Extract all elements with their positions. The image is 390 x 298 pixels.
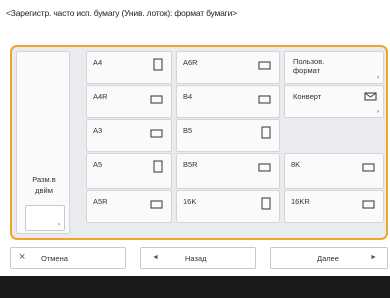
- size-b4-button[interactable]: B4: [176, 85, 280, 118]
- size-a4-button[interactable]: A4: [86, 51, 172, 84]
- size-a4r-button[interactable]: A4R: [86, 85, 172, 118]
- size-a5-label: A5: [93, 160, 103, 169]
- footer-bar: [0, 276, 390, 298]
- portrait-paper-icon: [261, 197, 271, 210]
- size-a5-button[interactable]: A5: [86, 153, 172, 189]
- size-16kr-label: 16KR: [291, 197, 310, 206]
- envelope-button[interactable]: Конверт ›: [284, 85, 384, 118]
- size-a4r-label: A4R: [93, 92, 108, 101]
- landscape-paper-icon: [150, 200, 163, 209]
- paper-size-panel: Разм.в двйм › A4 A4R A3 A5 A5R A6R B4 B5: [10, 45, 388, 240]
- next-label: Далее: [317, 254, 339, 263]
- custom-size-label-line2: формат: [293, 66, 321, 75]
- back-label: Назад: [185, 254, 207, 263]
- free-size-label-line1: Разм.в: [32, 175, 56, 184]
- landscape-paper-icon: [150, 129, 163, 138]
- size-b4-label: B4: [183, 92, 193, 101]
- size-a5r-button[interactable]: A5R: [86, 190, 172, 223]
- size-a4-label: A4: [93, 58, 103, 67]
- landscape-paper-icon: [362, 163, 375, 172]
- size-a3-label: A3: [93, 126, 103, 135]
- size-16k-button[interactable]: 16K: [176, 190, 280, 223]
- size-8k-label: 8K: [291, 160, 301, 169]
- custom-size-label: Пользов. формат: [293, 57, 324, 75]
- free-size-inch-button[interactable]: Разм.в двйм ›: [16, 51, 70, 234]
- portrait-paper-icon: [153, 58, 163, 71]
- size-a5r-label: A5R: [93, 197, 108, 206]
- size-b5-label: B5: [183, 126, 193, 135]
- size-b5r-label: B5R: [183, 160, 198, 169]
- landscape-paper-icon: [150, 95, 163, 104]
- size-a6r-label: A6R: [183, 58, 198, 67]
- size-b5-button[interactable]: B5: [176, 119, 280, 152]
- envelope-icon: [364, 92, 377, 101]
- chevron-right-icon: ›: [377, 75, 379, 81]
- free-size-label: Разм.в двйм: [17, 174, 71, 196]
- custom-size-label-line1: Пользов.: [293, 57, 325, 66]
- landscape-paper-icon: [258, 61, 271, 70]
- free-size-detail-button[interactable]: ›: [25, 205, 65, 231]
- size-a6r-button[interactable]: A6R: [176, 51, 280, 84]
- size-16k-label: 16K: [183, 197, 197, 206]
- cancel-label: Отмена: [41, 254, 68, 263]
- custom-size-button[interactable]: Пользов. формат ›: [284, 51, 384, 84]
- cancel-button[interactable]: × Отмена: [10, 247, 126, 269]
- envelope-label: Конверт: [293, 92, 322, 101]
- chevron-right-icon: ›: [58, 222, 60, 228]
- next-button[interactable]: Далее ►: [270, 247, 388, 269]
- size-a3-button[interactable]: A3: [86, 119, 172, 152]
- close-icon: ×: [19, 251, 26, 263]
- size-8k-button[interactable]: 8K: [284, 153, 384, 189]
- free-size-label-line2: двйм: [35, 186, 53, 195]
- landscape-paper-icon: [258, 163, 271, 172]
- triangle-right-icon: ►: [370, 254, 377, 261]
- size-b5r-button[interactable]: B5R: [176, 153, 280, 189]
- landscape-paper-icon: [362, 200, 375, 209]
- triangle-left-icon: ◄: [152, 254, 159, 261]
- size-16kr-button[interactable]: 16KR: [284, 190, 384, 223]
- portrait-paper-icon: [261, 126, 271, 139]
- portrait-paper-icon: [153, 160, 163, 173]
- landscape-paper-icon: [258, 95, 271, 104]
- back-button[interactable]: ◄ Назад: [140, 247, 256, 269]
- chevron-right-icon: ›: [377, 109, 379, 115]
- page-title: <Зарегистр. часто исп. бумагу (Унив. лот…: [6, 8, 237, 18]
